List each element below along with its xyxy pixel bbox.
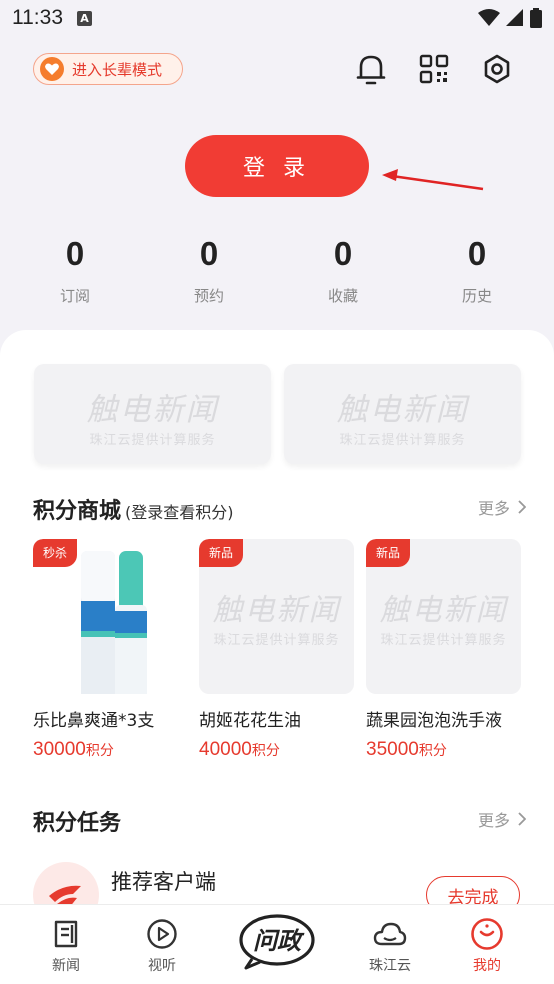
stat-label: 历史 [461,287,492,305]
price-value: 30000 [33,739,86,760]
points-tasks-title: 积分任务 [33,811,122,836]
signal-icon [506,9,523,26]
tab-video[interactable]: 视听 [122,905,202,984]
placeholder-subtitle: 珠江云提供计算服务 [380,633,507,648]
stat-label: 收藏 [327,287,358,305]
settings-button[interactable] [477,49,517,89]
product-name: 乐比鼻爽通*3支 [33,711,155,731]
placeholder-subtitle: 珠江云提供计算服务 [213,633,340,648]
heart-icon [40,57,64,81]
more-label: 更多 [477,811,510,830]
tab-label: 视听 [148,958,176,974]
more-label: 更多 [477,499,510,518]
battery-icon [530,8,542,28]
stat-value: 0 [199,235,219,272]
notification-button[interactable] [351,49,391,89]
annotation-arrow-icon [382,169,484,191]
price-unit: 积分 [418,743,447,759]
stat-value: 0 [467,235,487,272]
product-card[interactable]: 触电新闻 珠江云提供计算服务 新品 胡姬花花生油 40000积分 [199,539,354,761]
profile-icon [471,918,503,950]
tab-wenzheng[interactable]: 问政 [238,913,316,971]
settings-icon [484,54,510,84]
login-button[interactable]: 登 录 [185,135,369,197]
product-card[interactable]: 触电新闻 珠江云提供计算服务 新品 蔬果园泡泡洗手液 35000积分 [366,539,521,761]
product-badge: 新品 [199,539,244,567]
price-unit: 积分 [85,743,114,759]
elder-mode-label: 进入长辈模式 [72,60,163,79]
cloud-icon [373,922,407,946]
product-badge: 新品 [366,539,411,567]
stat-value: 0 [333,235,353,272]
product-image: 触电新闻 珠江云提供计算服务 新品 [199,539,354,694]
product-name: 胡姬花花生油 [199,711,301,731]
tab-label: 新闻 [52,958,80,974]
price-unit: 积分 [251,743,280,759]
task-title: 推荐客户端 [111,870,216,894]
qr-code-icon [419,54,449,84]
wifi-icon [478,9,500,26]
product-price: 40000积分 [199,739,354,761]
stat-reservations[interactable]: 0 预约 [169,234,249,306]
stat-label: 预约 [193,287,224,305]
play-icon [147,919,177,949]
stat-favorites[interactable]: 0 收藏 [303,234,383,306]
bell-icon [356,55,386,85]
product-name: 蔬果园泡泡洗手液 [366,711,502,731]
news-icon [54,920,78,948]
status-right-icons [478,8,542,28]
product-image: 触电新闻 珠江云提供计算服务 新品 [366,539,521,694]
placeholder-title: 触电新闻 [86,392,219,428]
placeholder-subtitle: 珠江云提供计算服务 [89,433,216,448]
stat-label: 订阅 [59,287,90,305]
tab-label: 珠江云 [369,958,411,974]
price-value: 40000 [199,739,252,760]
chevron-right-icon [518,812,526,826]
status-bar: 11:33 A [0,0,554,36]
chevron-right-icon [518,500,526,514]
tab-label: 我的 [473,958,501,974]
stat-value: 0 [65,235,85,272]
points-mall-more[interactable]: 更多 [478,495,526,519]
placeholder-title: 触电新闻 [336,392,469,428]
sim-notification-icon: A [77,10,92,26]
product-price: 35000积分 [366,739,521,761]
price-value: 35000 [366,739,419,760]
product-price: 30000积分 [33,739,188,761]
status-time: 11:33 [12,6,63,29]
section-title-text: 积分商城 [33,499,122,524]
stat-history[interactable]: 0 历史 [437,234,517,306]
elder-mode-button[interactable]: 进入长辈模式 [33,53,183,85]
tab-mine[interactable]: 我的 [447,905,527,984]
banner-right[interactable]: 触电新闻 珠江云提供计算服务 [284,364,521,464]
wenzheng-logo-text: 问政 [253,927,305,955]
tab-news[interactable]: 新闻 [26,905,106,984]
wenzheng-logo-icon: 问政 [239,914,315,970]
points-tasks-more[interactable]: 更多 [478,807,526,831]
stat-subscriptions[interactable]: 0 订阅 [35,234,115,306]
product-image: 秒杀 [33,539,188,694]
points-hint: (登录查看积分) [125,503,234,522]
tab-zhujiang-cloud[interactable]: 珠江云 [350,905,430,984]
placeholder-subtitle: 珠江云提供计算服务 [339,433,466,448]
product-card[interactable]: 秒杀 乐比鼻爽通*3支 30000积分 [33,539,188,761]
banner-left[interactable]: 触电新闻 珠江云提供计算服务 [34,364,271,464]
scan-qr-button[interactable] [414,49,454,89]
points-mall-title: 积分商城 (登录查看积分) [33,493,234,525]
product-badge: 秒杀 [33,539,78,567]
